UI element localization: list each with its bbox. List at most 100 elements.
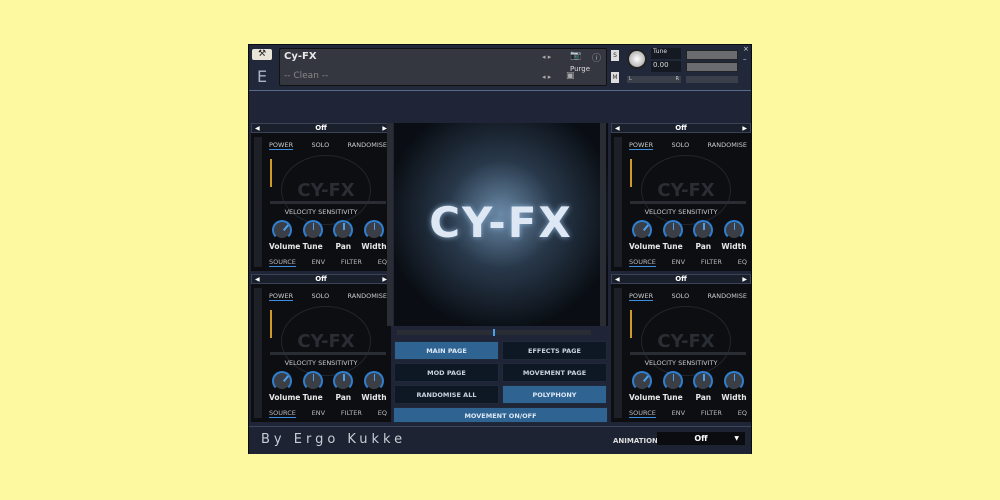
slot-bottom-tab[interactable]: ENV (312, 409, 325, 418)
slot-tab[interactable]: RANDOMISE (348, 141, 387, 150)
slot-tab[interactable]: POWER (629, 292, 654, 301)
solo-button[interactable]: S (611, 50, 619, 61)
slot-bottom-tab[interactable]: SOURCE (269, 409, 296, 418)
slot-bottom-tab[interactable]: EQ (738, 258, 747, 267)
minimize-button[interactable]: – (743, 55, 747, 63)
slot-bottom-tab[interactable]: ENV (672, 409, 685, 418)
velocity-slider[interactable] (630, 201, 746, 204)
knob[interactable] (302, 371, 323, 391)
knob[interactable] (272, 220, 292, 240)
slot-scrollbar[interactable] (614, 288, 622, 418)
slot-bottom-tab[interactable]: SOURCE (269, 258, 296, 267)
slot-tab[interactable]: POWER (269, 292, 294, 301)
slot-bottom-tab[interactable]: ENV (312, 258, 325, 267)
preset-value: Off (675, 124, 687, 132)
slot-bottom-tab[interactable]: EQ (378, 258, 387, 267)
knob-label: Volume (269, 393, 301, 402)
preset-selector[interactable]: ◀ Off ▶ (611, 274, 751, 284)
preset-selector[interactable]: ◀ Off ▶ (611, 123, 751, 133)
slot-tab[interactable]: RANDOMISE (348, 292, 387, 301)
knob[interactable] (693, 371, 714, 391)
slot-tab[interactable]: POWER (629, 141, 654, 150)
velocity-slider[interactable] (270, 201, 386, 204)
knob[interactable] (662, 371, 683, 391)
snapshot-name[interactable]: -- Clean -- (284, 71, 328, 81)
slot-tab[interactable]: SOLO (671, 141, 689, 150)
slot-tab[interactable]: SOLO (311, 141, 329, 150)
slot-tab[interactable]: SOLO (671, 292, 689, 301)
level-meter-left (686, 50, 738, 60)
slot-scrollbar[interactable] (614, 137, 622, 267)
slot-bottom-tab[interactable]: EQ (738, 409, 747, 418)
knob[interactable] (632, 371, 652, 391)
knob[interactable] (333, 371, 354, 391)
slot-bottom-tab[interactable]: FILTER (341, 409, 362, 418)
knob[interactable] (363, 220, 384, 240)
knob[interactable] (363, 371, 384, 391)
purge-dropdown[interactable]: Purge (570, 65, 590, 73)
mod-page-button[interactable]: MOD PAGE (394, 363, 499, 382)
movement-onoff-button[interactable]: MOVEMENT ON/OFF (393, 407, 608, 423)
slot-tab[interactable]: POWER (269, 141, 294, 150)
mute-button[interactable]: M (611, 72, 619, 83)
tune-knob[interactable] (627, 49, 647, 69)
knob[interactable] (693, 220, 714, 240)
preset-value: Off (315, 275, 327, 283)
knob[interactable] (723, 371, 744, 391)
slot-bottom-tab[interactable]: EQ (378, 409, 387, 418)
knob-label: Tune (302, 393, 323, 402)
velocity-label: VELOCITY SENSITIVITY (284, 208, 358, 216)
knob-label: Width (721, 393, 747, 402)
prev-arrow-icon[interactable]: ◀ (255, 124, 260, 133)
instrument-name[interactable]: Cy-FX (284, 51, 317, 62)
velocity-slider[interactable] (270, 352, 386, 355)
knob[interactable] (302, 220, 323, 240)
slot-scrollbar[interactable] (254, 137, 262, 267)
slot-bottom-tab[interactable]: FILTER (701, 409, 722, 418)
main-page-button[interactable]: MAIN PAGE (394, 341, 499, 360)
knob[interactable] (632, 220, 652, 240)
next-arrow-icon[interactable]: ▶ (742, 124, 747, 133)
prev-next-snapshot-icon[interactable]: ◂ ▸ (542, 73, 551, 81)
volume-slider[interactable] (686, 76, 738, 83)
preset-selector[interactable]: ◀ Off ▶ (251, 274, 391, 284)
camera-icon[interactable]: 📷 (570, 51, 581, 61)
slot-bottom-tab[interactable]: SOURCE (629, 258, 656, 267)
next-arrow-icon[interactable]: ▶ (742, 275, 747, 284)
horizontal-slider[interactable] (397, 329, 591, 336)
slot-scrollbar[interactable] (254, 288, 262, 418)
knob-label: Pan (335, 393, 352, 402)
preset-selector[interactable]: ◀ Off ▶ (251, 123, 391, 133)
animation-dropdown[interactable]: Off ▼ (657, 432, 745, 445)
polyphony-button[interactable]: POLYPHONY (502, 385, 607, 404)
knob[interactable] (723, 220, 744, 240)
slot-bottom-tab[interactable]: FILTER (341, 258, 362, 267)
knob[interactable] (662, 220, 683, 240)
knob[interactable] (333, 220, 354, 240)
slot-tab[interactable]: RANDOMISE (708, 141, 747, 150)
prev-next-instrument-icon[interactable]: ◂ ▸ (542, 53, 551, 61)
slot-tab[interactable]: RANDOMISE (708, 292, 747, 301)
credit-text: By Ergo Kukke (261, 432, 407, 447)
info-icon[interactable]: ⓘ (592, 51, 601, 64)
left-scrollbar[interactable] (387, 123, 393, 326)
velocity-slider[interactable] (630, 352, 746, 355)
slot-bottom-tab[interactable]: SOURCE (629, 409, 656, 418)
knob[interactable] (272, 371, 292, 391)
level-indicator (270, 159, 272, 187)
tune-value[interactable]: 0.00 (651, 61, 681, 72)
slot-tab[interactable]: SOLO (311, 292, 329, 301)
randomise-all-button[interactable]: RANDOMISE ALL (394, 385, 499, 404)
right-scrollbar[interactable] (600, 123, 606, 326)
prev-arrow-icon[interactable]: ◀ (255, 275, 260, 284)
wrench-icon[interactable]: ⚒ (252, 49, 272, 60)
slot-bottom-tab[interactable]: FILTER (701, 258, 722, 267)
pan-left-label: L (629, 76, 632, 82)
movement-page-button[interactable]: MOVEMENT PAGE (502, 363, 607, 382)
prev-arrow-icon[interactable]: ◀ (615, 124, 620, 133)
close-button[interactable]: × (743, 45, 749, 53)
pan-slider[interactable]: LR (627, 76, 681, 83)
prev-arrow-icon[interactable]: ◀ (615, 275, 620, 284)
effects-page-button[interactable]: EFFECTS PAGE (502, 341, 607, 360)
slot-bottom-tab[interactable]: ENV (672, 258, 685, 267)
